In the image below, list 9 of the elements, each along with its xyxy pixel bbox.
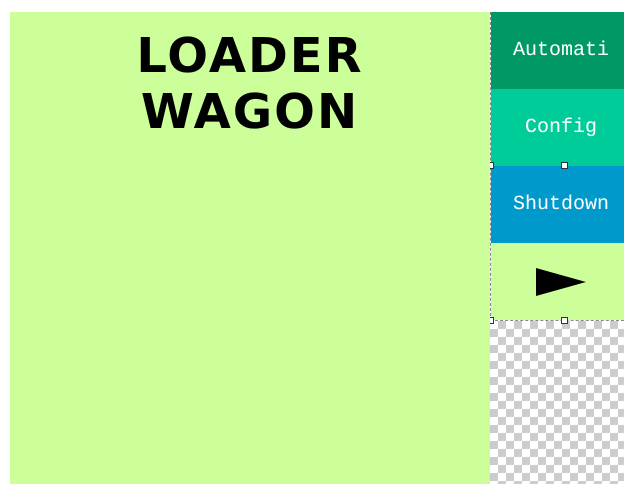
screen-title: LOADER [136, 28, 364, 84]
menu-button[interactable]: Config [491, 89, 624, 166]
screen-title: WAGON [140, 84, 360, 140]
menu-button[interactable]: Shutdown [491, 166, 624, 243]
resize-handle[interactable] [561, 162, 568, 169]
next-button[interactable] [491, 243, 624, 320]
menu-button[interactable]: Automati [491, 12, 624, 89]
play-arrow-icon [536, 268, 586, 296]
resize-handle[interactable] [561, 317, 568, 324]
